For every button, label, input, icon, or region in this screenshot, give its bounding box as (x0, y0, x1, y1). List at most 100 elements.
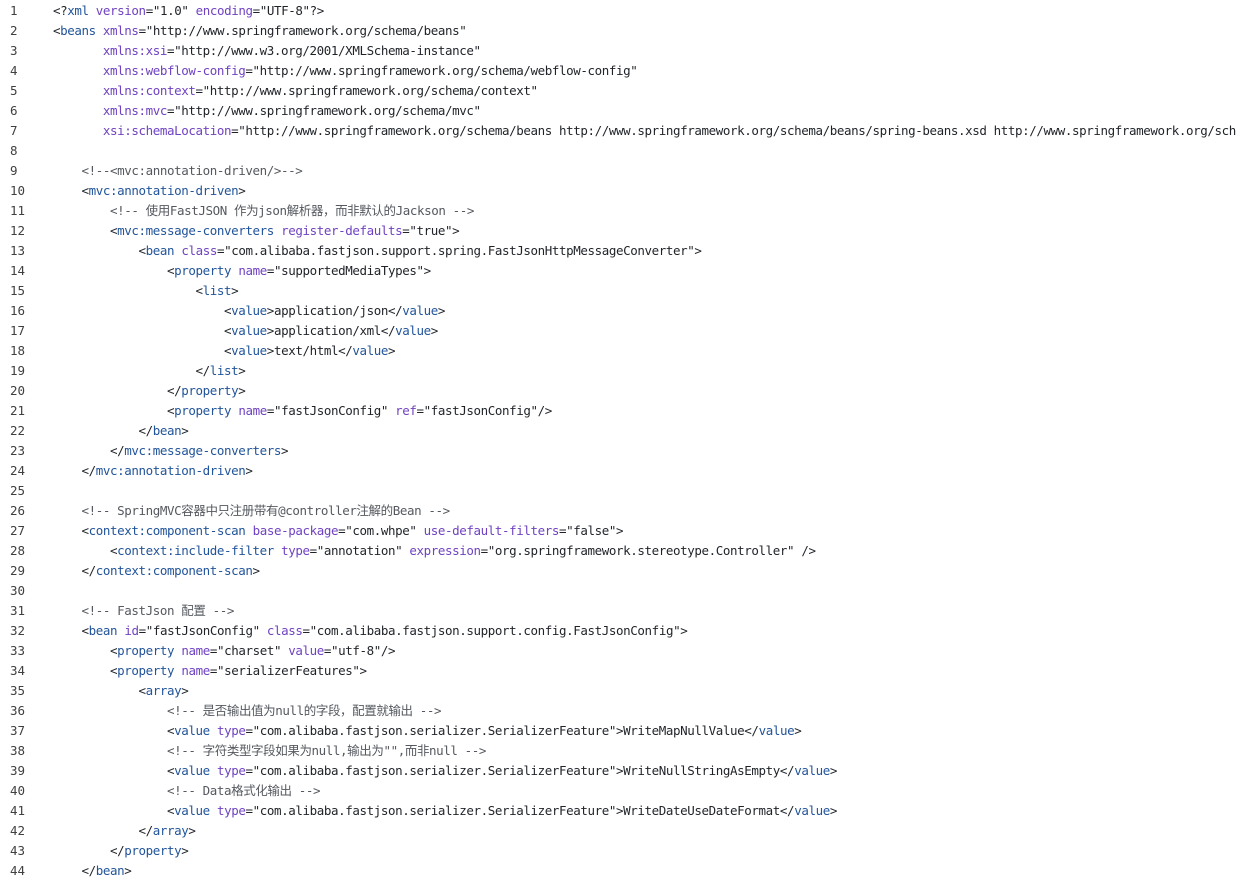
line-number: 31 (10, 603, 26, 618)
code-line: 39 <value type="com.alibaba.fastjson.ser… (0, 761, 1247, 781)
line-number: 34 (10, 663, 26, 678)
code-token: "utf-8" (331, 643, 381, 658)
code-token: </ (138, 423, 154, 438)
code-token: class (181, 243, 217, 258)
line-number: 19 (10, 363, 26, 378)
line-number: 14 (10, 263, 26, 278)
code-token: < (138, 683, 147, 698)
code-token: = (309, 543, 318, 558)
code-token: > (437, 303, 446, 318)
code-token: value (174, 803, 210, 818)
code-token: < (195, 283, 204, 298)
code-line: 4 xmlns:webflow-config="http://www.sprin… (0, 61, 1247, 81)
code-token: value (794, 763, 830, 778)
code-token: </ (138, 823, 154, 838)
code-token: </ (81, 463, 97, 478)
line-number: 17 (10, 323, 26, 338)
line-number: 7 (10, 123, 18, 138)
line-number: 44 (10, 863, 26, 878)
line-number: 16 (10, 303, 26, 318)
line-number: 42 (10, 823, 26, 838)
code-token: value (395, 323, 431, 338)
code-token: > (231, 283, 239, 298)
code-token: name (181, 663, 210, 678)
code-token: "serializerFeatures" (216, 663, 360, 678)
code-line: 18 <value>text/html</value> (0, 341, 1247, 361)
code-content: xsi:schemaLocation="http://www.springfra… (53, 121, 1236, 141)
code-token: encoding (195, 3, 253, 18)
line-number: 1 (10, 3, 18, 18)
code-line: 3 xmlns:xsi="http://www.w3.org/2001/XMLS… (0, 41, 1247, 61)
code-token: "http://www.springframework.org/schema/b… (145, 23, 467, 38)
code-token: "com.alibaba.fastjson.serializer.Seriali… (252, 803, 617, 818)
code-token: name (181, 643, 210, 658)
code-content: <!-- 是否输出值为null的字段，配置就输出 --> (53, 701, 442, 721)
code-token: </ (110, 443, 125, 458)
line-number: 27 (10, 523, 26, 538)
code-token: "charset" (216, 643, 282, 658)
code-content: xmlns:webflow-config="http://www.springf… (53, 61, 638, 81)
code-token: = (209, 643, 218, 658)
code-token: > (829, 803, 838, 818)
code-token: bean (152, 423, 182, 438)
code-token: "http://www.springframework.org/schema/m… (174, 103, 481, 118)
code-content: <!-- 字符类型字段如果为null,输出为"",而非null --> (53, 741, 486, 761)
code-token: = (323, 643, 332, 658)
code-content: <!-- SpringMVC容器中只注册带有@controller注解的Bean… (53, 501, 451, 521)
code-content: <mvc:annotation-driven> (53, 181, 246, 201)
code-token: context:component-scan (95, 563, 253, 578)
code-token: "true" (409, 223, 453, 238)
code-token: bean (88, 623, 118, 638)
code-line: 24 </mvc:annotation-driven> (0, 461, 1247, 481)
code-token: = (416, 403, 425, 418)
code-line: 15 <list> (0, 281, 1247, 301)
code-line: 36 <!-- 是否输出值为null的字段，配置就输出 --> (0, 701, 1247, 721)
code-token: mvc:annotation-driven (95, 463, 246, 478)
code-content: <array> (53, 681, 189, 701)
code-token: array (152, 823, 189, 838)
line-number: 9 (10, 163, 18, 178)
code-line: 44 </bean> (0, 861, 1247, 881)
code-token: use-default-filters (423, 523, 560, 538)
code-line: 38 <!-- 字符类型字段如果为null,输出为"",而非null --> (0, 741, 1247, 761)
code-line: 21 <property name="fastJsonConfig" ref="… (0, 401, 1247, 421)
code-content: <property name="supportedMediaTypes"> (53, 261, 431, 281)
code-content: <value>application/xml</value> (53, 321, 438, 341)
code-token: mvc:annotation-driven (88, 183, 239, 198)
code-token: value (402, 303, 438, 318)
code-content: </mvc:message-converters> (53, 441, 289, 461)
line-number: 6 (10, 103, 18, 118)
line-number: 4 (10, 63, 18, 78)
code-token: xmlns:webflow-config (102, 63, 246, 78)
code-content: <list> (53, 281, 239, 301)
code-line: 37 <value type="com.alibaba.fastjson.ser… (0, 721, 1247, 741)
line-number: 26 (10, 503, 26, 518)
code-token: = (138, 23, 147, 38)
code-content: <value type="com.alibaba.fastjson.serial… (53, 721, 802, 741)
code-token: </ (779, 803, 795, 818)
line-number: 25 (10, 483, 26, 498)
line-number: 41 (10, 803, 26, 818)
line-number: 2 (10, 23, 18, 38)
code-token: </ (380, 323, 396, 338)
code-content: </property> (53, 381, 246, 401)
code-view[interactable]: 1 <?xml version="1.0" encoding="UTF-8"?> 2… (0, 1, 1247, 885)
code-line: 35 <array> (0, 681, 1247, 701)
code-token: "supportedMediaTypes" (273, 263, 424, 278)
code-token: value (758, 723, 795, 738)
code-token: list (209, 363, 239, 378)
code-token: > (238, 363, 246, 378)
code-token: bean (145, 243, 175, 258)
